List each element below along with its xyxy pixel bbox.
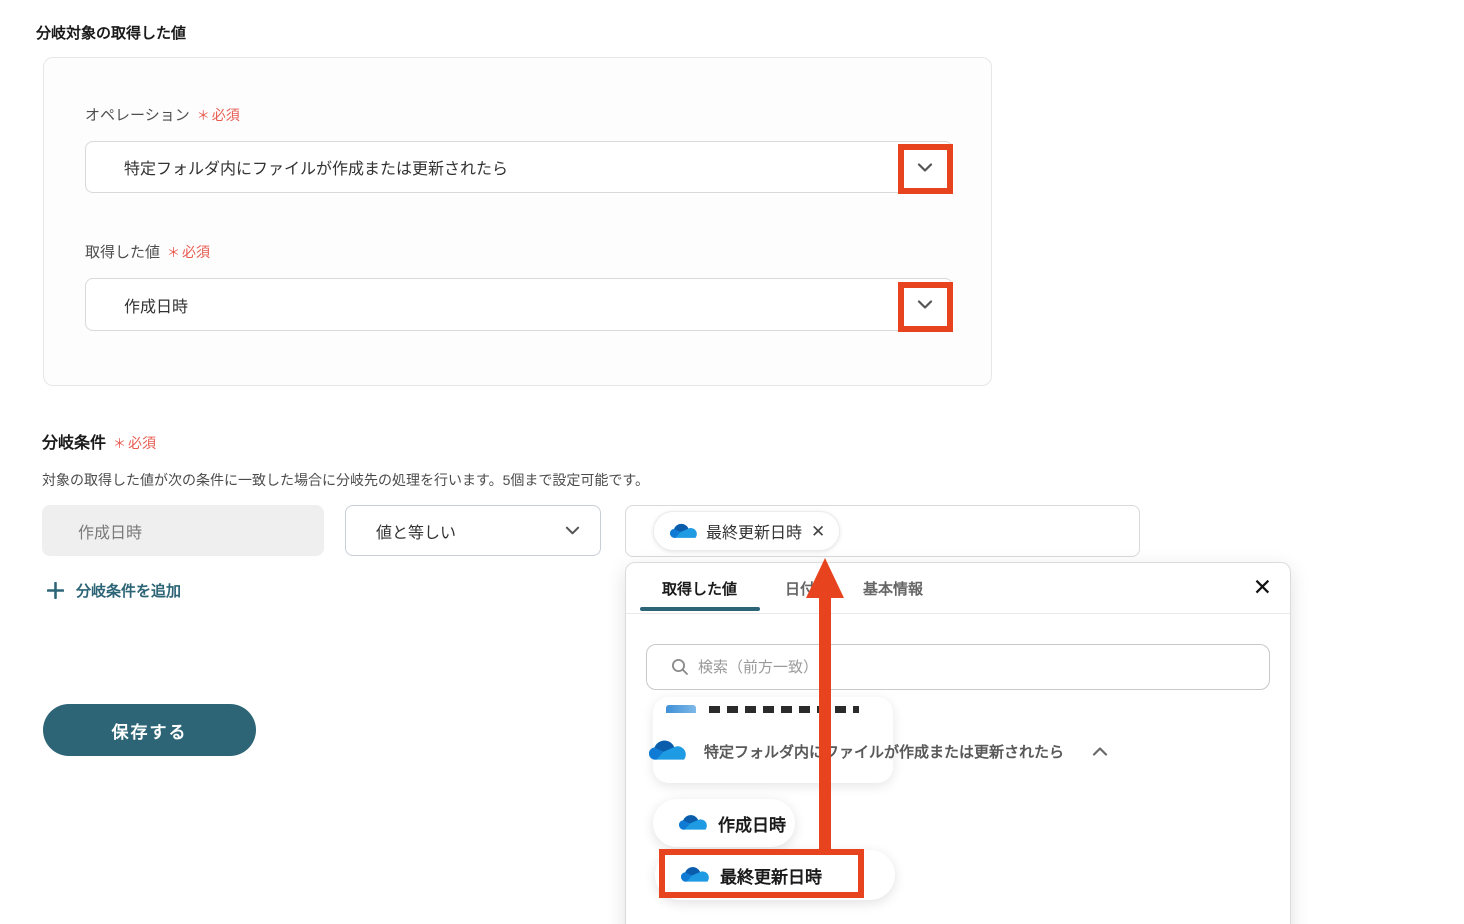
operator-select-value: 値と等しい	[376, 524, 457, 542]
save-button[interactable]: 保存する	[43, 704, 256, 756]
search-box	[646, 644, 1270, 690]
tab-date[interactable]: 日付	[785, 578, 815, 599]
required-mark: ＊必須	[196, 107, 240, 123]
operation-card: オペレーション ＊必須 特定フォルダ内にファイルが作成または更新されたら 取得し…	[43, 57, 992, 386]
branch-condition-title-row: 分岐条件 ＊必須	[42, 429, 156, 453]
onedrive-icon	[649, 739, 686, 763]
clipped-item-icon	[666, 705, 696, 713]
list-item-label: 作成日時	[718, 815, 786, 835]
search-icon	[671, 658, 689, 676]
operation-label: オペレーション	[85, 107, 190, 124]
value-chip-label: 最終更新日時	[706, 525, 803, 542]
search-input[interactable]	[698, 658, 1269, 676]
chevron-up-icon[interactable]	[1092, 747, 1108, 756]
onedrive-icon	[681, 866, 709, 884]
active-tab-underline	[640, 607, 760, 611]
branch-condition-title: 分岐条件	[42, 435, 107, 452]
group-header-item[interactable]: 特定フォルダ内にファイルが作成または更新されたら	[649, 729, 1269, 773]
value-picker-popup: 取得した値 日付 基本情報 ✕ 特定フォルダ内にファイルが作成または更新されたら…	[625, 562, 1291, 924]
branch-target-input: 作成日時	[42, 505, 324, 556]
close-icon[interactable]: ✕	[1253, 576, 1272, 599]
clipped-item-text	[709, 706, 859, 713]
list-item-updated-at[interactable]: 最終更新日時	[655, 850, 895, 900]
operator-select[interactable]: 値と等しい	[345, 505, 601, 556]
chip-remove-icon[interactable]: ✕	[811, 523, 825, 540]
value-chip: 最終更新日時 ✕	[653, 511, 841, 551]
operation-select[interactable]: 特定フォルダ内にファイルが作成または更新されたら	[85, 141, 953, 193]
chevron-down-icon[interactable]	[897, 300, 952, 309]
group-header-label: 特定フォルダ内にファイルが作成または更新されたら	[704, 743, 1065, 761]
condition-value-field[interactable]: 最終更新日時 ✕	[625, 505, 1140, 557]
operation-label-row: オペレーション ＊必須	[85, 104, 240, 125]
plus-icon	[47, 582, 64, 599]
branch-condition-description: 対象の取得した値が次の条件に一致した場合に分岐先の処理を行います。5個まで設定可…	[42, 472, 649, 488]
required-mark: ＊必須	[167, 244, 211, 260]
clipped-list-item	[653, 701, 873, 713]
obtained-value-label: 取得した値	[85, 244, 161, 261]
list-item-created-at[interactable]: 作成日時	[653, 799, 795, 847]
add-condition-button[interactable]: 分岐条件を追加	[47, 580, 181, 601]
list-item-label: 最終更新日時	[720, 867, 822, 887]
tab-basic-info[interactable]: 基本情報	[863, 578, 923, 599]
obtained-value-label-row: 取得した値 ＊必須	[85, 241, 210, 262]
chevron-down-icon[interactable]	[897, 163, 952, 172]
obtained-value-select[interactable]: 作成日時	[85, 278, 953, 331]
operation-select-value: 特定フォルダ内にファイルが作成または更新されたら	[124, 161, 509, 178]
add-condition-label: 分岐条件を追加	[76, 583, 182, 600]
tab-obtained-values[interactable]: 取得した値	[662, 578, 737, 599]
chevron-down-icon[interactable]	[545, 526, 600, 535]
obtained-value-select-value: 作成日時	[124, 298, 189, 316]
branch-target-section-title: 分岐対象の取得した値	[36, 25, 187, 42]
required-mark: ＊必須	[113, 435, 157, 451]
onedrive-icon	[670, 523, 697, 540]
onedrive-icon	[679, 814, 707, 832]
